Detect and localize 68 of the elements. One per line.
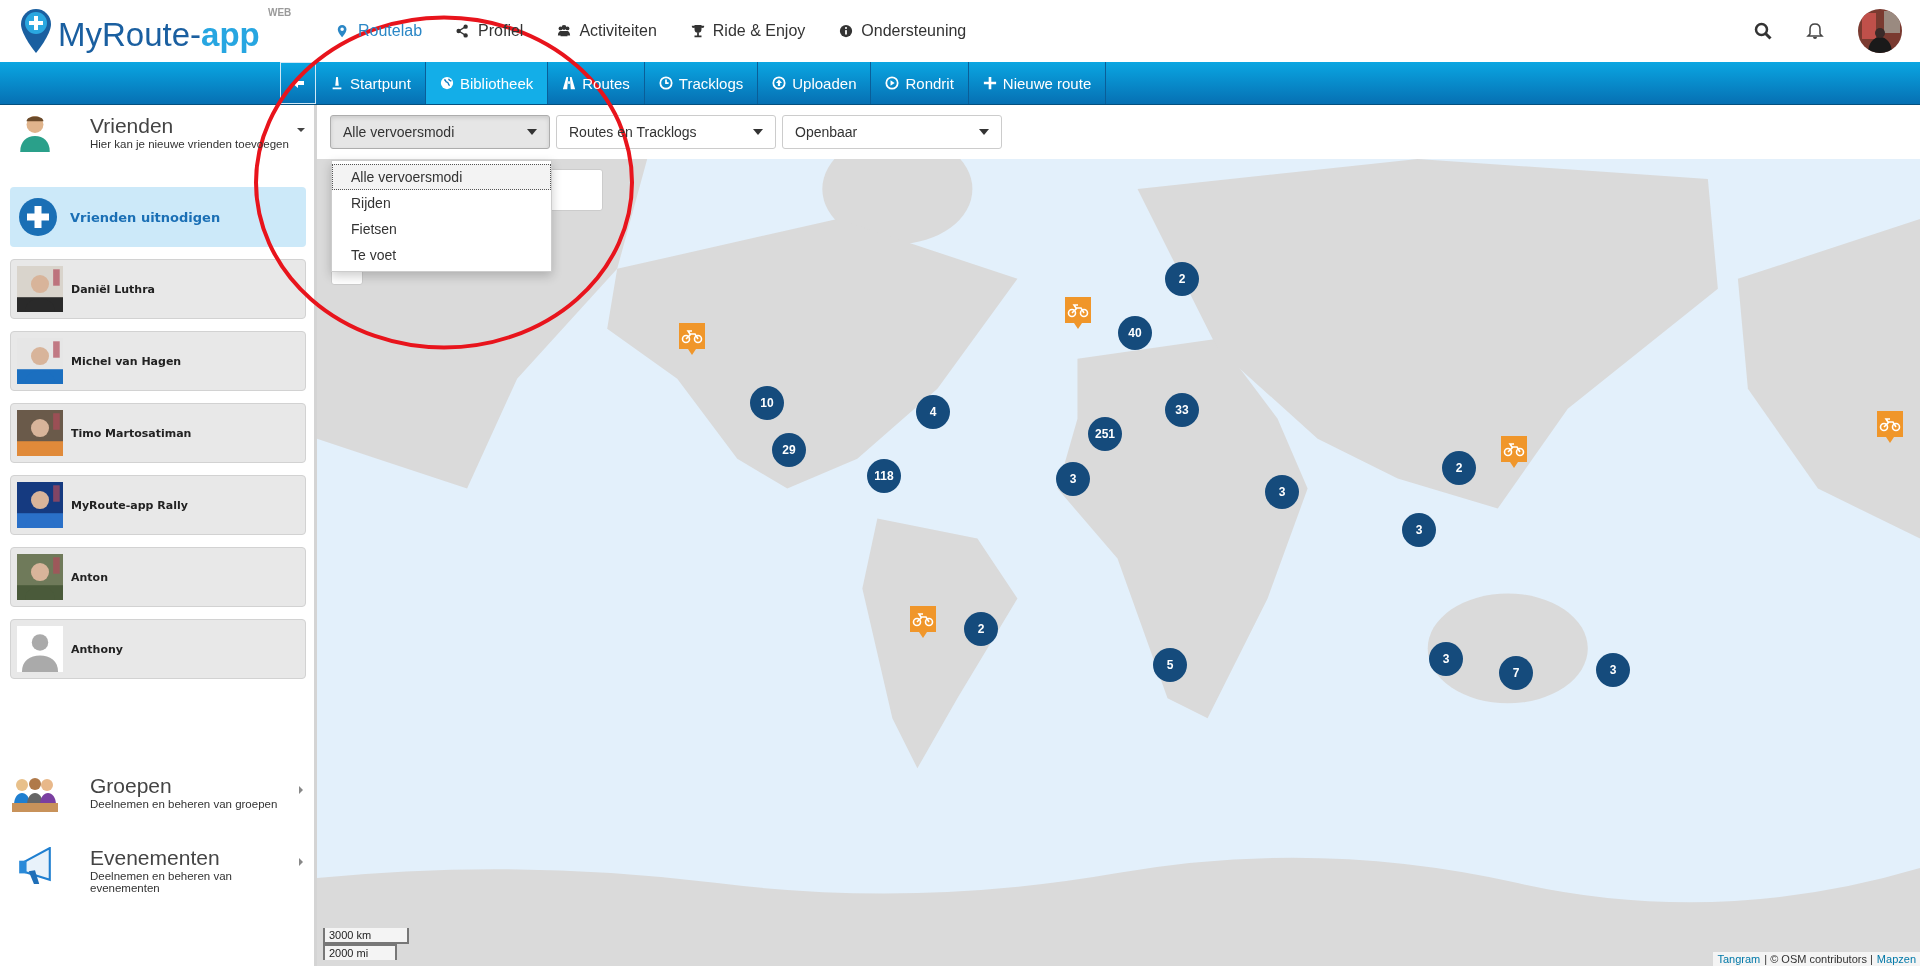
section-subtitle: Deelnemen en beheren van evenementen: [90, 870, 233, 895]
plus-icon: [982, 76, 997, 90]
friend-name: Timo Martosatiman: [71, 426, 192, 440]
group-icon: [10, 775, 60, 813]
friend-name: Daniël Luthra: [71, 282, 155, 296]
dropdown-option[interactable]: Te voet: [332, 242, 551, 268]
friend-card[interactable]: Anthony: [10, 619, 306, 679]
caret-down-icon[interactable]: [296, 125, 306, 135]
megaphone-icon: [18, 847, 52, 885]
friend-name: Anthony: [71, 642, 123, 656]
caret-right-icon[interactable]: [296, 785, 306, 795]
attribution-text: | © OSM contributors |: [1764, 953, 1873, 965]
upload-icon: [772, 76, 787, 90]
play-icon: [885, 76, 900, 90]
motorcycle-marker-icon[interactable]: [1500, 435, 1528, 469]
nav-link[interactable]: Ondersteuning: [839, 22, 967, 40]
filter-select[interactable]: Alle vervoersmodi: [330, 115, 550, 149]
section-title: Vrienden: [90, 113, 175, 139]
section-title: Groepen: [90, 773, 173, 799]
logo-text: MyRoute-app: [58, 18, 260, 55]
caret-right-icon[interactable]: [296, 857, 306, 867]
toolbar-tab[interactable]: Tracklogs: [644, 62, 759, 104]
motorcycle-marker-icon[interactable]: [909, 605, 937, 639]
scale-bar: 3000 km: [323, 928, 409, 944]
caret-down-icon: [979, 129, 989, 135]
friend-card[interactable]: Daniël Luthra: [10, 259, 306, 319]
motorcycle-marker-icon[interactable]: [1064, 296, 1092, 330]
dropdown-option[interactable]: Rijden: [332, 190, 551, 216]
section-subtitle: Deelnemen en beheren van groepen: [90, 798, 279, 811]
toolbar-tab[interactable]: Startpunt: [316, 62, 426, 104]
bell-icon[interactable]: [1806, 22, 1824, 40]
friend-card[interactable]: Timo Martosatiman: [10, 403, 306, 463]
info-icon: [839, 24, 854, 38]
person-icon: [18, 115, 52, 153]
logo-label: WEB: [268, 7, 292, 18]
friend-name: Michel van Hagen: [71, 354, 182, 368]
avatar-placeholder-icon: [17, 626, 63, 672]
section-title: Evenementen: [90, 845, 221, 871]
plus-icon: [18, 197, 58, 237]
dropdown-option[interactable]: Alle vervoersmodi: [332, 164, 551, 190]
motorcycle-marker-icon[interactable]: [1876, 410, 1904, 444]
toolbar-tab[interactable]: Uploaden: [758, 62, 872, 104]
beacon-icon: [330, 76, 344, 90]
toolbar-tab[interactable]: Rondrit: [871, 62, 969, 104]
dropdown-option[interactable]: Fietsen: [332, 216, 551, 242]
caret-down-icon: [753, 129, 763, 135]
friend-card[interactable]: MyRoute-app Rally: [10, 475, 306, 535]
attribution-link[interactable]: Mapzen: [1876, 953, 1916, 965]
road-icon: [562, 76, 577, 90]
motorcycle-marker-icon[interactable]: [678, 322, 706, 356]
logo-pin-icon: [18, 7, 54, 55]
caret-down-icon: [527, 129, 537, 135]
friend-card[interactable]: Michel van Hagen: [10, 331, 306, 391]
nav-link[interactable]: Ride & Enjoy: [690, 22, 806, 40]
friend-name: Anton: [71, 570, 108, 584]
share-icon: [456, 24, 471, 38]
search-icon[interactable]: [1754, 22, 1772, 40]
users-icon: [557, 24, 572, 38]
toolbar-tab[interactable]: Nieuwe route: [968, 62, 1107, 104]
friend-card[interactable]: Anton: [10, 547, 306, 607]
trophy-icon: [690, 24, 705, 38]
scale-bar: 2000 mi: [323, 944, 397, 960]
invite-friends-button[interactable]: Vrienden uitnodigen: [10, 187, 306, 247]
clock-icon: [658, 76, 673, 90]
nav-link[interactable]: Activiteiten: [557, 22, 657, 40]
filter-select[interactable]: Openbaar: [782, 115, 1002, 149]
friend-name: MyRoute-app Rally: [71, 498, 188, 512]
attribution-link[interactable]: Tangram: [1717, 953, 1761, 965]
